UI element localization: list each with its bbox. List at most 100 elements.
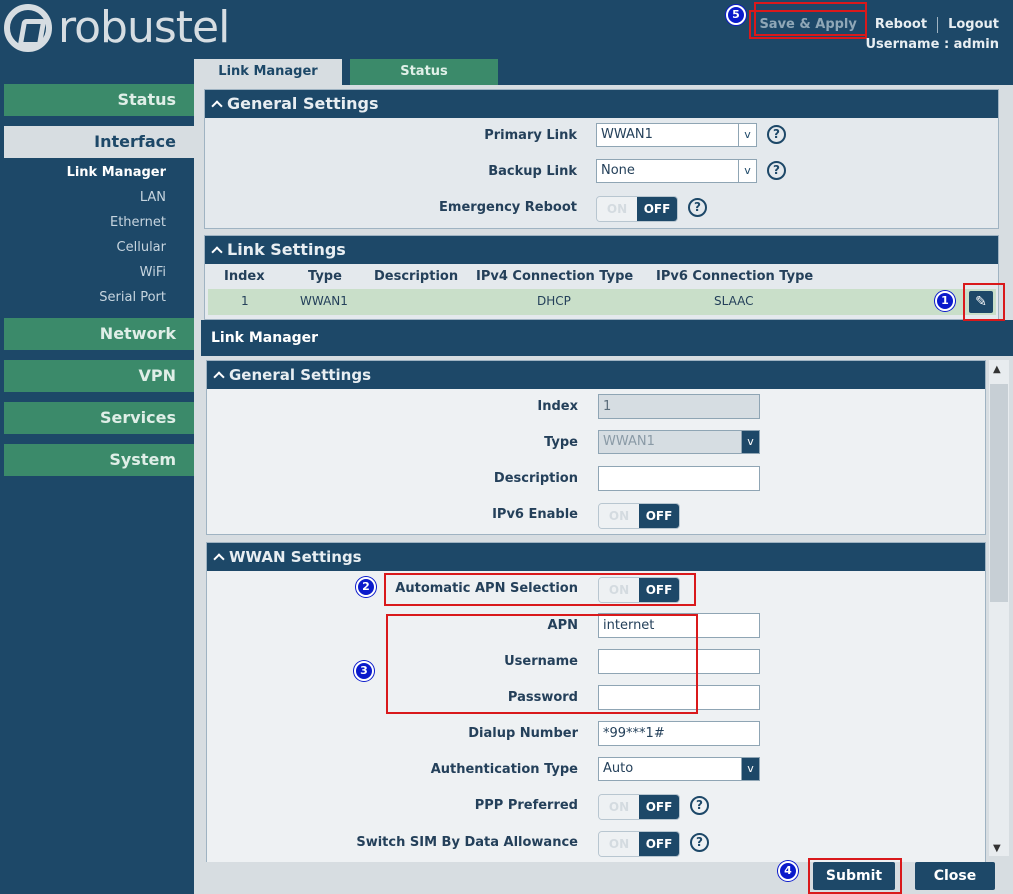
toggle-off: OFF	[637, 197, 677, 221]
authentication-type-select[interactable]: Auto v	[598, 757, 760, 781]
password-field[interactable]	[598, 685, 760, 710]
annotation-badge-2: 2	[356, 577, 376, 597]
reboot-link[interactable]: Reboot	[875, 17, 927, 32]
username-field[interactable]	[598, 649, 760, 674]
select-value: WWAN1	[603, 434, 655, 449]
toggle-on: ON	[599, 504, 639, 528]
description-field[interactable]	[598, 466, 760, 491]
chevron-down-icon: v	[738, 124, 756, 146]
toggle-off: OFF	[639, 504, 679, 528]
index-field: 1	[598, 394, 760, 419]
logo: robustel	[4, 2, 230, 53]
submenu-ethernet[interactable]: Ethernet	[0, 210, 194, 235]
type-select: WWAN1 v	[598, 430, 760, 454]
help-icon[interactable]: ?	[688, 198, 707, 217]
chevron-up-icon	[211, 100, 223, 112]
column-header-type: Type	[308, 269, 342, 284]
column-header-description: Description	[374, 269, 459, 284]
submenu-wifi[interactable]: WiFi	[0, 260, 194, 285]
save-apply-link[interactable]: Save & Apply	[749, 10, 867, 39]
auto-apn-toggle[interactable]: ON OFF	[598, 577, 680, 603]
section-header[interactable]: General Settings	[205, 90, 998, 118]
submit-button[interactable]: Submit	[813, 862, 895, 890]
modal-wwan-settings: WWAN Settings	[206, 542, 986, 862]
submenu-cellular[interactable]: Cellular	[0, 235, 194, 260]
top-links: Save & Apply Reboot Logout	[749, 10, 999, 39]
auto-apn-label: Automatic APN Selection	[395, 581, 578, 596]
scroll-down-icon[interactable]: ▼	[993, 843, 1001, 854]
column-header-index: Index	[224, 269, 265, 284]
toggle-off: OFF	[639, 832, 679, 856]
help-icon[interactable]: ?	[690, 833, 709, 852]
tab-status[interactable]: Status	[350, 59, 498, 85]
select-value: Auto	[603, 761, 634, 776]
toggle-on: ON	[599, 795, 639, 819]
username-label: Username : admin	[865, 37, 1000, 52]
annotation-badge-5: 5	[726, 5, 746, 25]
section-title: WWAN Settings	[229, 548, 362, 566]
column-header-ipv6: IPv6 Connection Type	[656, 269, 814, 284]
chevron-up-icon	[213, 371, 225, 383]
sidebar-item-services[interactable]: Services	[4, 402, 194, 434]
sidebar-item-network[interactable]: Network	[4, 318, 194, 350]
annotation-badge-3: 3	[354, 661, 374, 681]
modal-title: Link Manager	[201, 320, 1013, 356]
primary-link-label: Primary Link	[484, 128, 577, 143]
dialup-number-label: Dialup Number	[468, 726, 578, 741]
submenu-serial-port[interactable]: Serial Port	[0, 285, 194, 310]
toggle-on: ON	[597, 197, 637, 221]
scroll-thumb[interactable]	[990, 384, 1008, 602]
apn-field[interactable]: internet	[598, 613, 760, 638]
logo-text: robustel	[58, 2, 230, 53]
section-title: General Settings	[229, 366, 372, 384]
section-header[interactable]: WWAN Settings	[207, 543, 985, 571]
chevron-up-icon	[211, 246, 223, 258]
modal-general-settings: General Settings	[206, 360, 986, 535]
divider	[937, 16, 939, 33]
cell-ipv4: DHCP	[537, 294, 571, 308]
sidebar-item-vpn[interactable]: VPN	[4, 360, 194, 392]
help-icon[interactable]: ?	[690, 796, 709, 815]
dialup-number-field[interactable]: *99***1#	[598, 721, 760, 746]
chevron-down-icon: v	[738, 160, 756, 182]
primary-link-select[interactable]: WWAN1 v	[596, 123, 757, 147]
sidebar-item-interface[interactable]: Interface	[4, 126, 194, 158]
annotation-badge-4: 4	[778, 861, 798, 881]
apn-label: APN	[547, 618, 578, 633]
help-icon[interactable]: ?	[767, 161, 786, 180]
modal-scrollbar[interactable]: ▲ ▼	[989, 360, 1009, 856]
password-label: Password	[507, 690, 578, 705]
tab-link-manager[interactable]: Link Manager	[194, 59, 342, 85]
submenu-link-manager[interactable]: Link Manager	[0, 160, 194, 185]
logout-link[interactable]: Logout	[948, 17, 999, 32]
toggle-off: OFF	[639, 795, 679, 819]
section-header[interactable]: Link Settings	[205, 236, 998, 264]
toggle-on: ON	[599, 832, 639, 856]
username-label: Username	[504, 654, 578, 669]
sidebar-item-status[interactable]: Status	[4, 84, 194, 116]
help-icon[interactable]: ?	[767, 125, 786, 144]
sidebar-item-system[interactable]: System	[4, 444, 194, 476]
section-title: General Settings	[227, 94, 379, 113]
submenu-lan[interactable]: LAN	[0, 185, 194, 210]
chevron-up-icon	[213, 553, 225, 565]
ipv6-enable-label: IPv6 Enable	[492, 507, 578, 522]
ppp-preferred-label: PPP Preferred	[474, 798, 578, 813]
backup-link-select[interactable]: None v	[596, 159, 757, 183]
switch-sim-toggle[interactable]: ON OFF	[598, 831, 680, 857]
edit-icon[interactable]: ✎	[969, 291, 993, 313]
column-header-ipv4: IPv4 Connection Type	[476, 269, 634, 284]
close-button[interactable]: Close	[915, 862, 995, 890]
chevron-down-icon: v	[741, 431, 759, 453]
section-title: Link Settings	[227, 240, 346, 259]
toggle-off: OFF	[639, 578, 679, 602]
ppp-preferred-toggle[interactable]: ON OFF	[598, 794, 680, 820]
ipv6-enable-toggle[interactable]: ON OFF	[598, 503, 680, 529]
section-header[interactable]: General Settings	[207, 361, 985, 389]
chevron-down-icon: v	[741, 758, 759, 780]
emergency-reboot-toggle[interactable]: ON OFF	[596, 196, 678, 222]
scroll-up-icon[interactable]: ▲	[993, 364, 1001, 375]
cell-ipv6: SLAAC	[714, 294, 754, 308]
backup-link-label: Backup Link	[488, 164, 577, 179]
sidebar-submenu: Link Manager LAN Ethernet Cellular WiFi …	[0, 160, 194, 310]
